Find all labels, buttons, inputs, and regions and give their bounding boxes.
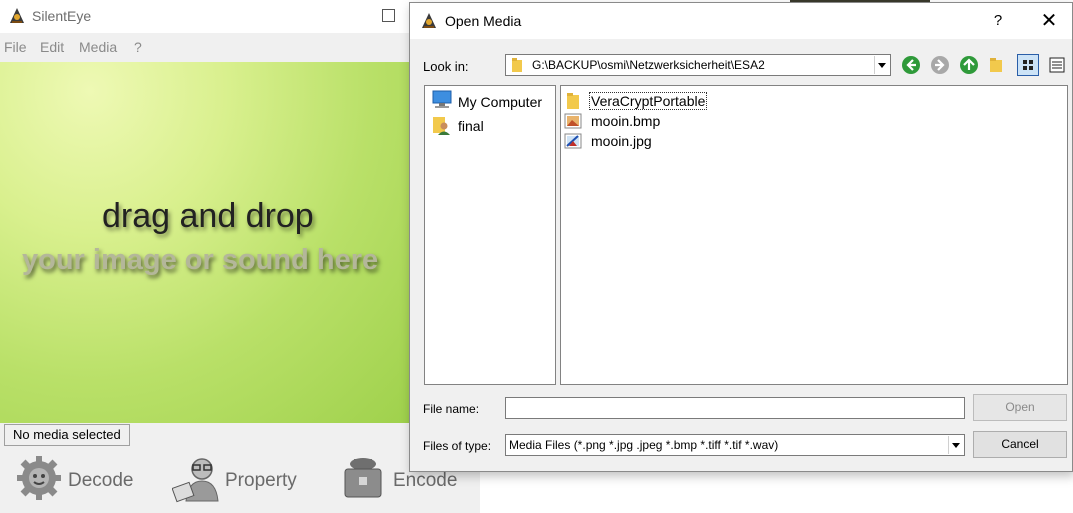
folder-icon [512,58,522,72]
app-title: SilentEye [32,8,92,24]
bmp-image-icon [564,113,582,129]
dialog-title: Open Media [445,13,522,29]
file-name: mooin.bmp [591,113,661,129]
sidebar-item-label: My Computer [458,94,543,110]
encode-label: Encode [393,470,458,491]
list-view-button[interactable] [1017,54,1039,76]
decode-label: Decode [68,470,134,491]
folder-icon [567,93,579,109]
menu-help[interactable]: ? [134,39,142,55]
file-item-mooin-jpg[interactable]: mooin.jpg [564,131,864,151]
arrow-up-icon [963,58,975,70]
file-type-label: Files of type: [423,439,492,453]
status-tab: No media selected [4,424,130,446]
forward-button[interactable] [931,56,949,74]
app-menubar: File Edit Media ? [0,36,480,58]
file-name: mooin.jpg [591,133,652,149]
file-type-value: Media Files (*.png *.jpg .jpeg *.bmp *.t… [509,438,779,452]
close-button[interactable]: ✕ [1038,10,1060,32]
menu-edit[interactable]: Edit [40,39,64,55]
property-button[interactable]: Property [172,455,312,505]
file-name-input[interactable] [505,397,965,419]
back-button[interactable] [902,56,920,74]
arrow-right-icon [935,59,945,71]
file-list[interactable]: VeraCryptPortable mooin.bmp mooin.jpg [560,85,1068,385]
detail-view-icon [1049,57,1065,73]
user-folder-icon [433,117,450,135]
jpg-image-icon [564,133,582,149]
silenteye-logo-icon [422,13,436,28]
open-button[interactable]: Open [973,394,1067,421]
file-item-mooin-bmp[interactable]: mooin.bmp [564,111,864,131]
property-person-icon [172,458,219,503]
file-type-dropdown[interactable]: Media Files (*.png *.jpg .jpeg *.bmp *.t… [505,434,965,456]
look-in-path: G:\BACKUP\osmi\Netzwerksicherheit\ESA2 [532,58,765,72]
menu-file[interactable]: File [4,39,27,55]
new-folder-icon[interactable] [990,58,1002,72]
help-button[interactable]: ? [987,10,1009,32]
cancel-button[interactable]: Cancel [973,431,1067,458]
drop-hint-title: drag and drop [102,197,314,235]
sidebar-item-my-computer[interactable]: My Computer [431,90,555,112]
file-item-veracryptportable[interactable]: VeraCryptPortable [564,91,864,111]
sidebar-item-label: final [458,118,484,134]
app-titlebar: SilentEye [0,0,480,33]
drop-hint-subtitle: your image or sound here [22,244,379,276]
sidebar-item-final[interactable]: final [431,114,555,136]
grid-view-icon [1023,60,1033,70]
arrow-left-icon [906,59,916,71]
detail-view-button[interactable] [1046,54,1068,76]
menu-media[interactable]: Media [79,39,117,55]
media-drop-area[interactable]: drag and drop your image or sound here [0,62,410,423]
dialog-titlebar[interactable]: Open Media ? ✕ [410,3,1072,39]
file-name-label: File name: [423,402,480,416]
open-media-dialog: Open Media ? ✕ Look in: G:\BACKUP\osmi\N… [409,2,1073,472]
decode-gear-icon [17,456,61,500]
silenteye-logo-icon [10,8,24,23]
property-label: Property [225,470,297,491]
file-name: VeraCryptPortable [588,92,708,110]
parent-directory-button[interactable] [960,56,978,74]
chevron-down-icon[interactable] [874,56,889,74]
look-in-label: Look in: [423,59,469,74]
silenteye-window: SilentEye File Edit Media ? drag and dro… [0,0,480,513]
decode-button[interactable]: Decode [16,455,146,505]
places-sidebar: My Computer final [424,85,556,385]
computer-icon [432,90,452,108]
look-in-dropdown[interactable]: G:\BACKUP\osmi\Netzwerksicherheit\ESA2 [505,54,891,76]
encode-agent-icon [344,458,382,498]
chevron-down-icon[interactable] [948,436,963,454]
maximize-button[interactable] [382,9,395,22]
